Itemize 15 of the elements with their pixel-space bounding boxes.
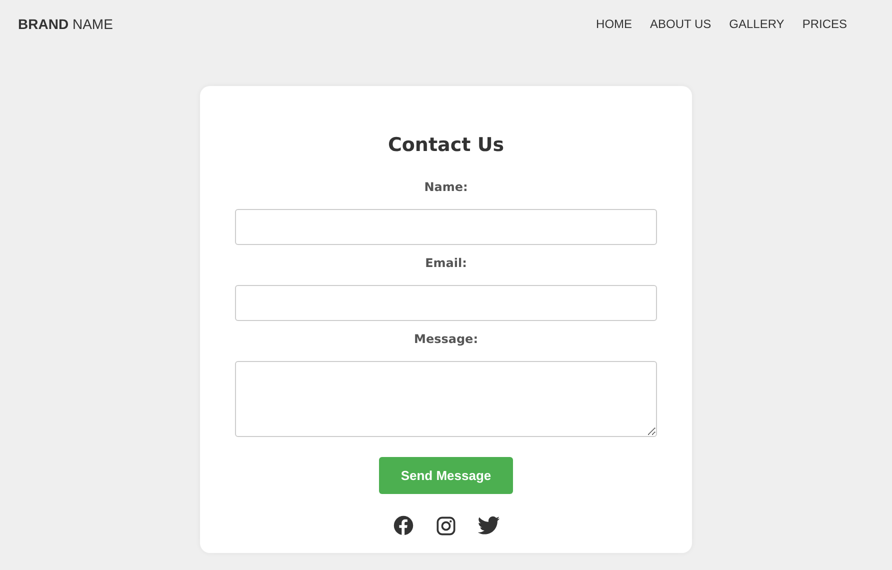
field-label: Message: bbox=[414, 331, 478, 347]
instagram-icon[interactable] bbox=[436, 516, 456, 536]
brand-logo[interactable]: BRAND NAME bbox=[18, 14, 113, 34]
form-title: Contact Us bbox=[388, 133, 504, 158]
bird-icon[interactable] bbox=[478, 516, 500, 535]
input-field[interactable] bbox=[235, 209, 657, 245]
input-field[interactable] bbox=[235, 285, 657, 321]
message-field[interactable] bbox=[235, 361, 657, 437]
field-label: Email: bbox=[425, 255, 467, 271]
facebook-icon[interactable] bbox=[392, 515, 414, 536]
nav-link[interactable]: HOME bbox=[596, 15, 632, 33]
field-label: Name: bbox=[424, 179, 468, 195]
nav-link[interactable]: ABOUT US bbox=[650, 15, 712, 33]
nav-link[interactable]: GALLERY bbox=[729, 15, 784, 33]
nav-link[interactable]: PRICES bbox=[802, 15, 847, 33]
